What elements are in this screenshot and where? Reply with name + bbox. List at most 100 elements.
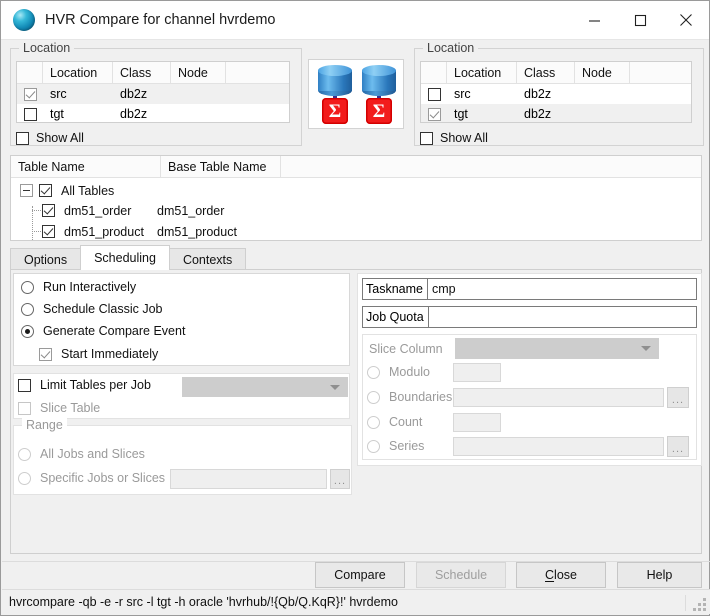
table-row[interactable]: src db2z [421,84,691,104]
tab-bar: Options Scheduling Contexts [10,245,247,270]
tables-col-table-name: Table Name [11,156,161,177]
left-row-0-node [171,84,226,104]
radio-schedule-classic-job[interactable]: Schedule Classic Job [21,302,163,316]
tables-col-filler [281,156,701,177]
close-icon[interactable] [663,1,709,39]
limit-tables-combo[interactable] [182,377,348,397]
checkbox-icon [23,107,37,121]
tab-scheduling[interactable]: Scheduling [80,245,170,270]
maximize-icon[interactable] [617,1,663,39]
tab-options-label: Options [24,252,68,267]
radio-icon [367,439,380,453]
table-row[interactable]: tgt db2z [421,104,691,122]
status-command-text: hvrcompare -qb -e -r src -l tgt -h oracl… [9,595,398,609]
radio-modulo[interactable]: Modulo [367,365,430,379]
minimize-icon[interactable] [571,1,617,39]
right-row-1-checkbox[interactable] [421,104,447,122]
table-row[interactable]: src db2z [17,84,289,104]
left-row-0-class: db2z [120,87,148,101]
taskname-field-row: Taskname cmp [362,278,697,300]
radio-run-interactively-label: Run Interactively [43,280,137,294]
series-browse-button[interactable]: ... [667,436,689,457]
tree-row-1-base-table-name: dm51_product [157,224,237,239]
right-row-0-class: db2z [524,87,552,101]
series-input[interactable] [453,437,664,456]
radio-count[interactable]: Count [367,415,422,429]
list-item[interactable]: dm51_product dm51_product [42,221,237,240]
slice-column-combo[interactable] [455,338,659,359]
compare-button-label: Compare [334,568,386,582]
database-icon-target [362,65,396,97]
right-location-list[interactable]: Location Class Node src db2z tgt db2z [420,61,692,123]
left-show-all-label: Show All [36,131,84,145]
checkbox-icon [16,131,29,145]
right-show-all-label: Show All [440,131,488,145]
left-row-1-node [171,104,226,122]
checkbox-icon [420,131,433,145]
left-row-1-checkbox[interactable] [17,104,43,122]
left-row-0-checkbox[interactable] [17,84,43,104]
checkbox-icon[interactable] [42,225,55,238]
job-quota-input[interactable] [427,306,697,328]
resize-grip-icon[interactable] [693,598,706,611]
checkbox-icon [427,107,441,121]
left-location-group-title: Location [19,41,75,55]
radio-generate-compare-event-label: Generate Compare Event [43,324,186,338]
range-group-title: Range [22,418,67,432]
radio-icon [21,302,34,316]
compare-button[interactable]: Compare [315,562,405,588]
taskname-input[interactable]: cmp [426,278,697,300]
tree-connector-h-1 [32,231,41,232]
tables-tree-list[interactable]: Table Name Base Table Name All Tables dm… [10,155,702,241]
right-row-0-location: src [454,87,471,101]
collapse-icon[interactable] [20,184,33,197]
checkbox-slice-table[interactable]: Slice Table [18,401,100,415]
specific-jobs-browse-button[interactable]: ... [330,469,350,489]
chevron-down-icon [641,346,651,351]
table-row[interactable]: tgt db2z [17,104,289,122]
tab-scheduling-label: Scheduling [94,251,156,265]
left-show-all-checkbox[interactable]: Show All [16,131,84,145]
radio-icon [367,390,380,404]
radio-series[interactable]: Series [367,439,424,453]
specific-jobs-input[interactable] [170,469,327,489]
tree-row-all-tables[interactable]: All Tables [20,180,114,201]
sigma-icon-target: Σ [366,98,392,124]
left-col-location: Location [43,62,113,83]
right-col-location: Location [447,62,517,83]
radio-specific-jobs-or-slices-label: Specific Jobs or Slices [40,471,166,485]
radio-icon [21,324,34,338]
right-row-0-checkbox[interactable] [421,84,447,104]
list-item[interactable]: dm51_order dm51_order [42,200,224,221]
checkbox-limit-tables-per-job[interactable]: Limit Tables per Job [18,378,151,392]
count-input[interactable] [453,413,501,432]
slice-column-label: Slice Column [369,342,443,356]
modulo-input[interactable] [453,363,501,382]
tab-contexts[interactable]: Contexts [168,248,247,270]
tables-tree-header: Table Name Base Table Name [11,156,701,178]
radio-boundaries[interactable]: Boundaries [367,390,452,404]
right-col-node: Node [575,62,630,83]
boundaries-input[interactable] [453,388,664,407]
radio-generate-compare-event[interactable]: Generate Compare Event [21,324,185,338]
radio-all-jobs-and-slices[interactable]: All Jobs and Slices [18,447,145,461]
hvr-logo-icon [13,9,35,31]
tab-options[interactable]: Options [10,248,82,270]
radio-specific-jobs-or-slices[interactable]: Specific Jobs or Slices [18,471,165,485]
tree-connector-vertical [32,206,33,240]
left-row-1-class: db2z [120,107,148,121]
checkbox-icon[interactable] [42,204,55,217]
right-row-1-location: tgt [454,107,468,121]
right-show-all-checkbox[interactable]: Show All [420,131,488,145]
right-row-1-class: db2z [524,107,552,121]
tree-connector-h-0 [32,210,41,211]
close-button[interactable]: Close [516,562,606,588]
radio-run-interactively[interactable]: Run Interactively [21,280,136,294]
help-button[interactable]: Help [617,562,702,588]
left-location-list[interactable]: Location Class Node src db2z tgt db2z [16,61,290,123]
boundaries-browse-button[interactable]: ... [667,387,689,408]
checkbox-start-immediately[interactable]: Start Immediately [39,347,158,361]
radio-icon [367,365,380,379]
checkbox-start-immediately-label: Start Immediately [61,347,159,361]
checkbox-icon[interactable] [39,184,52,197]
